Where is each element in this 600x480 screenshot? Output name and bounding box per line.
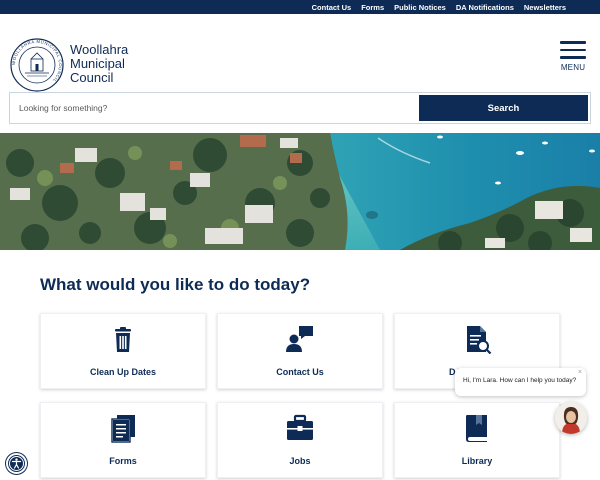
document-search-icon xyxy=(467,326,492,354)
brand-line-2: Municipal xyxy=(70,56,125,71)
person-avatar-icon xyxy=(555,402,587,434)
card-forms[interactable]: Forms xyxy=(40,402,206,478)
card-jobs[interactable]: Jobs xyxy=(217,402,383,478)
card-label: Clean Up Dates xyxy=(89,367,157,377)
page-heading: What would you like to do today? xyxy=(40,275,311,294)
trash-icon xyxy=(115,327,131,352)
brand-line-3: Council xyxy=(70,70,114,85)
briefcase-icon xyxy=(287,414,313,440)
top-utility-nav: Contact Us Forms Public Notices DA Notif… xyxy=(0,0,600,14)
search-input[interactable] xyxy=(10,93,418,123)
card-library[interactable]: Library xyxy=(394,402,560,478)
accessibility-button[interactable] xyxy=(6,453,27,474)
topnav-contact-us[interactable]: Contact Us xyxy=(312,3,352,12)
topnav-newsletters[interactable]: Newsletters xyxy=(524,3,566,12)
topnav-public-notices[interactable]: Public Notices xyxy=(394,3,446,12)
contact-chat-icon xyxy=(286,326,313,352)
council-seal-logo[interactable]: WOOLLAHRA MUNICIPAL COUNCIL xyxy=(9,37,65,93)
menu-button[interactable]: MENU xyxy=(560,41,586,72)
book-icon xyxy=(466,415,487,442)
topnav-da-notifications[interactable]: DA Notifications xyxy=(456,3,514,12)
card-clean-up-dates[interactable]: Clean Up Dates xyxy=(40,313,206,389)
brand-line-1: Woollahra xyxy=(70,42,129,57)
card-label: Library xyxy=(461,456,493,466)
menu-label: MENU xyxy=(560,62,586,72)
site-search: Search xyxy=(9,92,591,124)
council-name[interactable]: Woollahra Municipal Council xyxy=(70,43,128,85)
topnav-forms[interactable]: Forms xyxy=(361,3,384,12)
card-contact-us[interactable]: Contact Us xyxy=(217,313,383,389)
card-label: Jobs xyxy=(289,456,311,466)
chatbot-avatar[interactable] xyxy=(555,402,587,434)
chatbot-greeting-bubble[interactable]: Hi, I'm Lara. How can I help you today? … xyxy=(455,368,586,396)
site-header: WOOLLAHRA MUNICIPAL COUNCIL Woollahra Mu… xyxy=(0,14,600,93)
accessibility-icon xyxy=(9,456,24,471)
close-icon[interactable]: × xyxy=(578,369,582,376)
search-button[interactable]: Search xyxy=(419,95,588,121)
card-label: Contact Us xyxy=(276,367,324,377)
hero-aerial-image xyxy=(0,133,600,250)
card-label: Forms xyxy=(109,456,137,466)
hamburger-icon xyxy=(560,41,586,59)
chatbot-message: Hi, I'm Lara. How can I help you today? xyxy=(463,377,577,384)
forms-icon xyxy=(111,415,135,443)
